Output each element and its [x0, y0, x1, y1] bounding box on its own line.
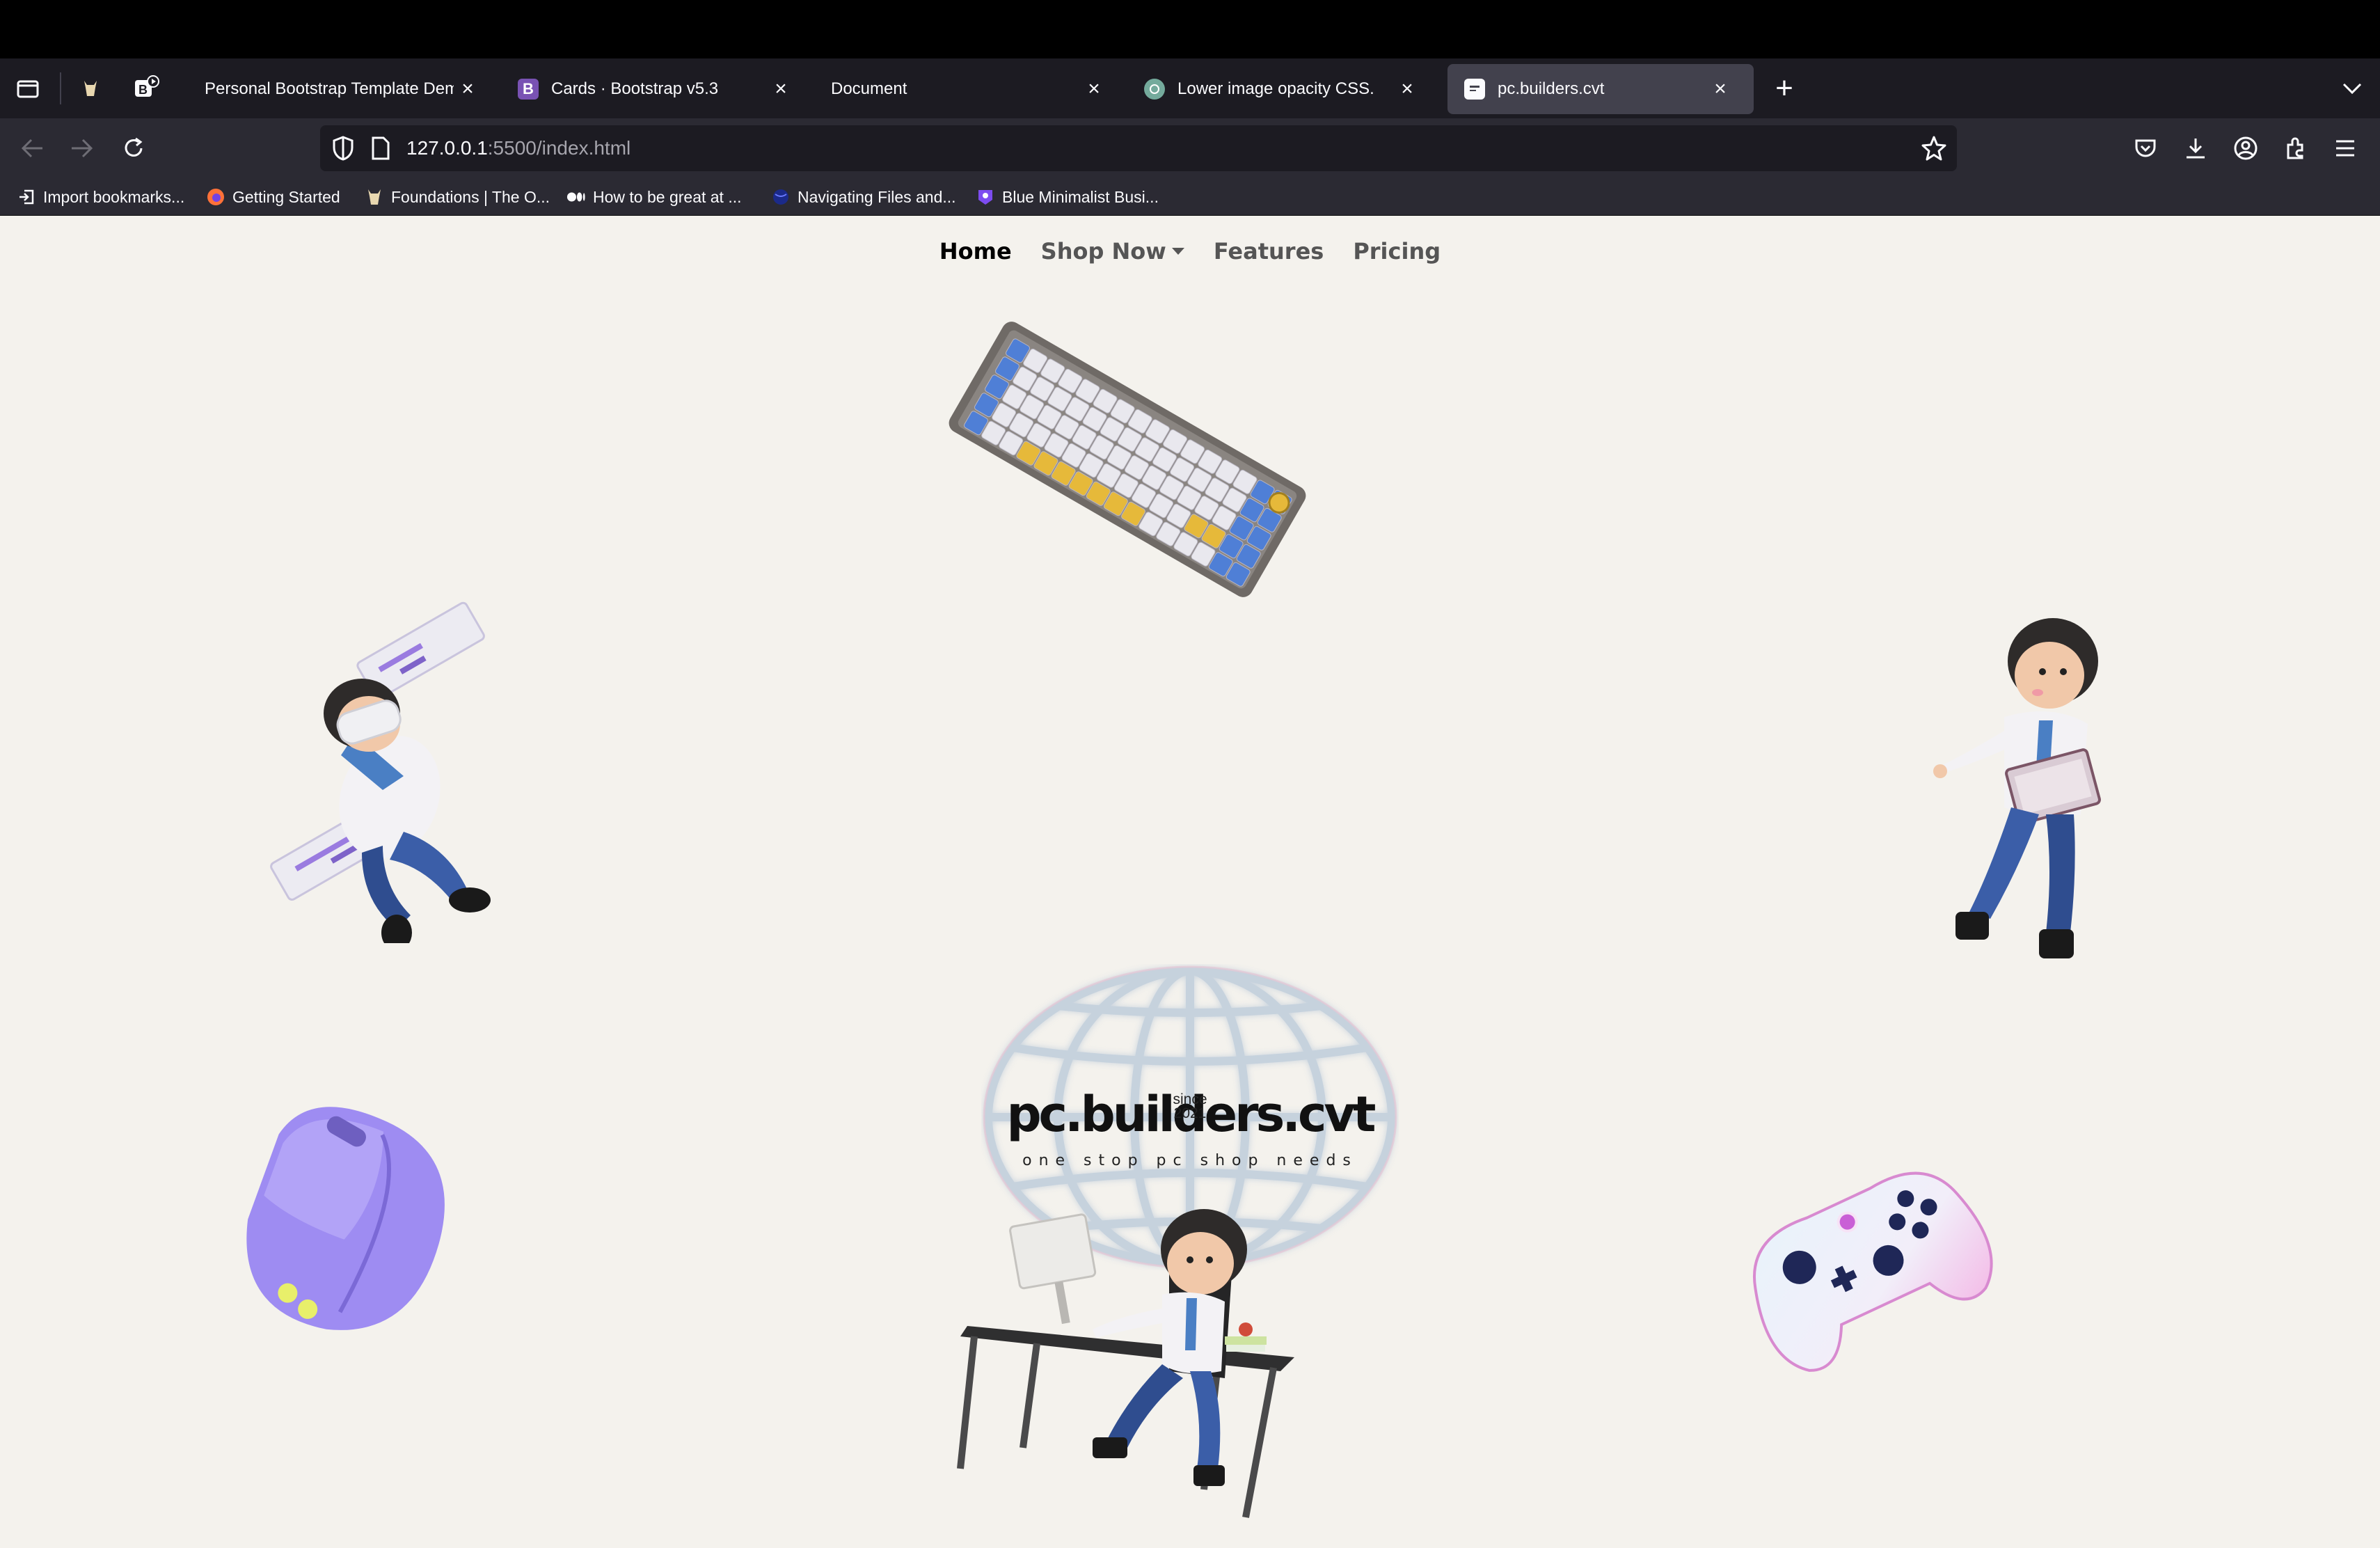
- tab-pc-builders[interactable]: pc.builders.cvt ×: [1447, 64, 1754, 114]
- window-titlebar: [0, 0, 2380, 58]
- chatgpt-icon: [1144, 79, 1165, 100]
- firefox-icon: [206, 187, 225, 207]
- menu-icon[interactable]: [2324, 127, 2366, 169]
- tab-lower-opacity[interactable]: Lower image opacity CSS. ×: [1127, 64, 1441, 114]
- bookmark-navigating-files[interactable]: Navigating Files and...: [771, 178, 956, 216]
- close-icon[interactable]: ×: [1080, 77, 1108, 101]
- nav-home[interactable]: Home: [939, 238, 1012, 264]
- document-icon: [1464, 79, 1485, 100]
- tab-bar: B Personal Bootstrap Template Demo × B C…: [0, 58, 2380, 118]
- bookmark-import[interactable]: Import bookmarks...: [17, 178, 184, 216]
- tab-separator: [60, 72, 61, 104]
- site-nav: Home Shop Now Features Pricing: [0, 238, 2380, 264]
- back-icon[interactable]: [11, 127, 53, 169]
- medium-icon: [566, 187, 586, 207]
- bookmark-blue-minimalist[interactable]: Blue Minimalist Busi...: [976, 178, 1159, 216]
- import-icon: [17, 187, 36, 207]
- tab-title: Lower image opacity CSS.: [1177, 79, 1374, 98]
- nav-features[interactable]: Features: [1214, 238, 1324, 264]
- svg-text:B: B: [138, 83, 148, 97]
- globe-icon: [771, 187, 791, 207]
- shield-icon[interactable]: [331, 135, 355, 165]
- firefox-view-icon[interactable]: [7, 58, 49, 118]
- keyboard-illustration: [949, 322, 1306, 597]
- extensions-icon[interactable]: [2275, 127, 2317, 169]
- odin-icon: [365, 187, 384, 207]
- pinned-bootstrap-icon[interactable]: B: [125, 58, 167, 118]
- new-tab-icon[interactable]: +: [1763, 58, 1805, 118]
- laptop-person-illustration: [1933, 618, 2101, 958]
- tab-title: Document: [831, 79, 907, 98]
- bookmark-how-to-be-great[interactable]: How to be great at ...: [566, 178, 742, 216]
- bookmark-getting-started[interactable]: Getting Started: [206, 178, 340, 216]
- vr-person-illustration: [270, 601, 491, 943]
- tab-personal-bootstrap[interactable]: Personal Bootstrap Template Demo ×: [188, 64, 501, 114]
- nav-shop-now[interactable]: Shop Now: [1041, 238, 1184, 264]
- page-viewport: Home Shop Now Features Pricing pc.builde…: [0, 216, 2380, 1548]
- tab-document[interactable]: Document ×: [814, 64, 1127, 114]
- page-icon[interactable]: [370, 136, 391, 164]
- close-icon[interactable]: ×: [767, 77, 795, 101]
- close-icon[interactable]: ×: [1393, 77, 1421, 101]
- nav-pricing[interactable]: Pricing: [1353, 238, 1441, 264]
- close-icon[interactable]: ×: [454, 77, 482, 101]
- caret-down-icon: [1171, 248, 1184, 255]
- bookmark-foundations[interactable]: Foundations | The O...: [365, 178, 550, 216]
- bookmarks-toolbar: Import bookmarks... Getting Started Foun…: [0, 178, 2380, 216]
- tab-title: Cards · Bootstrap v5.3: [551, 79, 719, 98]
- star-bookmark-icon[interactable]: [1921, 135, 1947, 165]
- mouse-illustration: [246, 1107, 445, 1330]
- forward-icon[interactable]: [61, 127, 103, 169]
- chevron-down-icon[interactable]: [2331, 58, 2373, 118]
- canva-icon: [976, 187, 995, 207]
- bootstrap-icon: B: [518, 79, 539, 100]
- since-label: since 2021: [1173, 1091, 1207, 1121]
- game-controller-illustration: [1753, 1171, 1993, 1372]
- url-text[interactable]: 127.0.0.1:5500/index.html: [406, 125, 630, 171]
- tab-title: pc.builders.cvt: [1498, 79, 1605, 98]
- tab-cards-bootstrap[interactable]: B Cards · Bootstrap v5.3 ×: [501, 64, 814, 114]
- account-icon[interactable]: [2225, 127, 2267, 169]
- desk-person-illustration: [957, 1209, 1294, 1518]
- reload-icon[interactable]: [113, 127, 154, 169]
- close-icon[interactable]: ×: [1706, 77, 1734, 101]
- url-bar[interactable]: 127.0.0.1:5500/index.html: [320, 125, 1957, 171]
- pocket-icon[interactable]: [2125, 127, 2166, 169]
- navigation-toolbar: 127.0.0.1:5500/index.html: [0, 118, 2380, 178]
- logo-tagline: one stop pc shop needs: [1022, 1152, 1358, 1169]
- tab-title: Personal Bootstrap Template Demo: [205, 79, 454, 98]
- pinned-odin-icon[interactable]: [70, 58, 111, 118]
- downloads-icon[interactable]: [2175, 127, 2216, 169]
